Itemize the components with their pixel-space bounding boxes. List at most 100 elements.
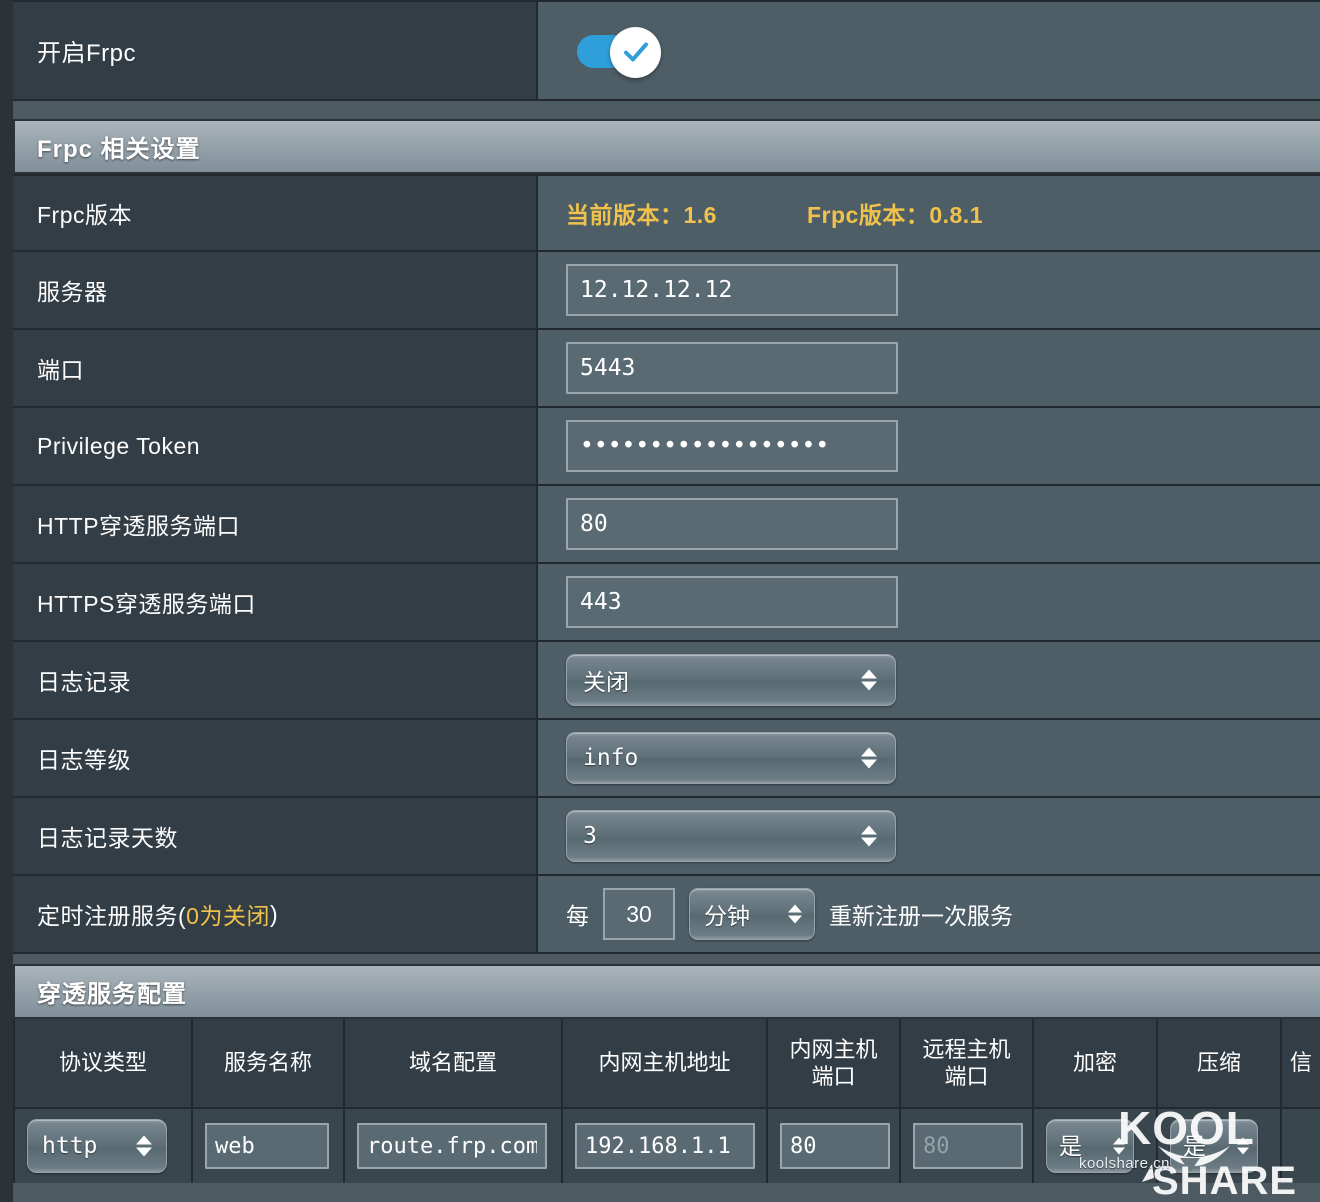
frpc-version-value-cell: 当前版本：1.6 Frpc版本：0.8.1 (538, 176, 1320, 250)
col-header-remote-port: 远程主机 端口 (901, 1019, 1034, 1107)
service-section-title: 穿透服务配置 (37, 981, 187, 1008)
local-port-input[interactable] (780, 1123, 890, 1169)
chevron-updown-icon (136, 1135, 152, 1157)
http-port-value-cell (538, 486, 1320, 562)
log-days-row: 日志记录天数 3 (13, 798, 1320, 876)
log-enable-row: 日志记录 关闭 (13, 642, 1320, 720)
enable-frpc-panel: 开启Frpc (13, 0, 1320, 101)
col-header-truncated-line1: 信 (1289, 1050, 1312, 1076)
log-level-select[interactable]: info (566, 732, 896, 784)
col-header-local-ip: 内网主机地址 (563, 1019, 768, 1107)
frpc-version-label: Frpc版本 (13, 176, 538, 250)
timer-suffix-label: 重新注册一次服务 (829, 903, 1013, 929)
server-value-cell (538, 252, 1320, 328)
scheduled-register-label-main: 定时注册服务( (37, 903, 187, 929)
http-port-label: HTTP穿透服务端口 (13, 486, 538, 562)
log-level-label: 日志等级 (13, 720, 538, 796)
server-label: 服务器 (13, 252, 538, 328)
server-input[interactable] (566, 264, 898, 316)
log-level-row: 日志等级 info (13, 720, 1320, 798)
timer-unit-select[interactable]: 分钟 (689, 888, 815, 940)
col-header-service-name: 服务名称 (193, 1019, 345, 1107)
service-table-header-row: 协议类型 服务名称 域名配置 内网主机地址 内网主机 端口 远程主机 端口 加密 (15, 1019, 1320, 1109)
chevron-updown-icon (1237, 1137, 1249, 1155)
https-port-input[interactable] (566, 576, 898, 628)
cell-protocol: http (15, 1109, 193, 1183)
log-days-value-cell: 3 (538, 798, 1320, 874)
frpc-section-header: Frpc 相关设置 (13, 119, 1320, 174)
toggle-knob (610, 26, 661, 78)
col-header-local-port-line2: 端口 (811, 1064, 856, 1089)
log-days-selected-value: 3 (583, 823, 597, 849)
port-label: 端口 (13, 330, 538, 406)
timer-unit-selected-value: 分钟 (704, 903, 750, 929)
col-header-encrypt-line1: 加密 (1072, 1050, 1117, 1076)
frpc-settings-panel: Frpc版本 当前版本：1.6 Frpc版本：0.8.1 服务器 端口 Priv… (13, 174, 1320, 954)
timer-interval-input[interactable] (603, 888, 675, 940)
col-header-protocol: 协议类型 (15, 1019, 193, 1107)
col-header-local-ip-line1: 内网主机地址 (598, 1050, 731, 1076)
https-port-label: HTTPS穿透服务端口 (13, 564, 538, 640)
port-row: 端口 (13, 330, 1320, 408)
service-section-header: 穿透服务配置 (13, 964, 1320, 1019)
scheduled-register-value-cell: 每 分钟 重新注册一次服务 (538, 876, 1320, 952)
encrypt-selected-value: 是 (1059, 1132, 1082, 1159)
col-header-protocol-line1: 协议类型 (58, 1050, 147, 1076)
chevron-updown-icon (861, 669, 877, 691)
col-header-remote-port-line1: 远程主机 (922, 1036, 1011, 1062)
col-header-local-port-line1: 内网主机 (789, 1036, 878, 1062)
col-header-domain-line1: 域名配置 (408, 1050, 497, 1076)
enable-frpc-row: 开启Frpc (13, 0, 1320, 101)
scheduled-register-label-accent: 0为关闭 (186, 903, 270, 929)
service-config-table: 协议类型 服务名称 域名配置 内网主机地址 内网主机 端口 远程主机 端口 加密 (13, 1019, 1320, 1183)
log-days-select[interactable]: 3 (566, 810, 896, 862)
col-header-truncated: 信 (1282, 1019, 1320, 1107)
port-value-cell (538, 330, 1320, 406)
cell-local-port (768, 1109, 901, 1183)
enable-frpc-label: 开启Frpc (13, 2, 538, 99)
col-header-service-name-line1: 服务名称 (223, 1050, 312, 1076)
section-gap-1 (13, 101, 1320, 119)
chevron-updown-icon (861, 825, 877, 847)
frpc-settings-page: 开启Frpc Frpc 相关设置 Frpc版本 当前版本：1.6 Frpc版本：… (13, 0, 1320, 1202)
col-header-domain: 域名配置 (345, 1019, 563, 1107)
protocol-select[interactable]: http (27, 1119, 167, 1173)
timer-controls: 每 分钟 重新注册一次服务 (566, 888, 1013, 940)
left-edge-strip (0, 0, 13, 1202)
remote-port-input[interactable] (913, 1123, 1023, 1169)
privilege-token-label: Privilege Token (13, 408, 538, 484)
col-header-remote-port-line2: 端口 (944, 1064, 989, 1089)
col-header-compress: 压缩 (1158, 1019, 1282, 1107)
local-ip-input[interactable] (575, 1123, 755, 1169)
cell-remote-port (901, 1109, 1034, 1183)
domain-input[interactable] (357, 1123, 547, 1169)
log-enable-select[interactable]: 关闭 (566, 654, 896, 706)
cell-domain (345, 1109, 563, 1183)
col-header-local-port: 内网主机 端口 (768, 1019, 901, 1107)
cell-local-ip (563, 1109, 768, 1183)
scheduled-register-row: 定时注册服务(0为关闭) 每 分钟 重新注册一次服务 (13, 876, 1320, 954)
https-port-row: HTTPS穿透服务端口 (13, 564, 1320, 642)
check-icon (621, 37, 651, 67)
cell-encrypt: 是 (1034, 1109, 1158, 1183)
scheduled-register-label: 定时注册服务(0为关闭) (13, 876, 538, 952)
compress-select[interactable]: 是 (1170, 1119, 1258, 1173)
current-version-text: 当前版本：1.6 (566, 202, 717, 228)
log-level-value-cell: info (538, 720, 1320, 796)
frpc-version-text: Frpc版本：0.8.1 (806, 202, 983, 228)
log-enable-selected-value: 关闭 (583, 669, 629, 695)
port-input[interactable] (566, 342, 898, 394)
http-port-input[interactable] (566, 498, 898, 550)
https-port-value-cell (538, 564, 1320, 640)
privilege-token-input[interactable] (566, 420, 898, 472)
enable-frpc-toggle[interactable] (565, 26, 661, 78)
encrypt-select[interactable]: 是 (1046, 1119, 1134, 1173)
scheduled-register-label-tail: ) (269, 900, 279, 927)
protocol-selected-value: http (42, 1132, 98, 1159)
service-name-input[interactable] (205, 1123, 329, 1169)
cell-service-name (193, 1109, 345, 1183)
server-row: 服务器 (13, 252, 1320, 330)
log-level-selected-value: info (583, 745, 639, 771)
cell-truncated (1282, 1109, 1320, 1183)
privilege-token-row: Privilege Token (13, 408, 1320, 486)
